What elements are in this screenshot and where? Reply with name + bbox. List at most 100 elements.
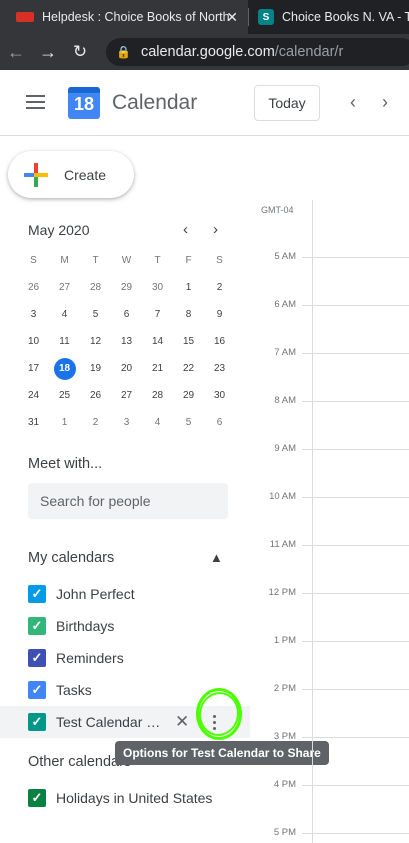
mini-calendar-day[interactable]: 18 (49, 356, 80, 381)
app-title[interactable]: Calendar (112, 91, 197, 115)
mini-calendar-day[interactable]: 2 (80, 410, 111, 435)
url-field[interactable]: 🔒 calendar.google.com/calendar/r (106, 38, 409, 66)
mini-calendar-day[interactable]: 23 (204, 356, 235, 381)
previous-period-icon[interactable]: ‹ (350, 92, 356, 113)
mini-calendar-day[interactable]: 3 (18, 302, 49, 327)
hour-label: 8 AM (274, 395, 296, 406)
mini-calendar-day[interactable]: 21 (142, 356, 173, 381)
calendar-checkbox[interactable]: ✓ (28, 713, 46, 731)
mini-calendar-day[interactable]: 25 (49, 383, 80, 408)
calendar-checkbox[interactable]: ✓ (28, 681, 46, 699)
today-button[interactable]: Today (254, 85, 320, 121)
mini-calendar-next-icon[interactable]: › (213, 221, 218, 238)
mini-calendar-day[interactable]: 20 (111, 356, 142, 381)
hour-gridline (302, 641, 409, 642)
mini-calendar-day[interactable]: 3 (111, 410, 142, 435)
mini-calendar-day[interactable]: 30 (204, 383, 235, 408)
calendar-list-item[interactable]: ✓ John Perfect (0, 578, 240, 610)
hour-label: 10 AM (269, 491, 296, 502)
mini-calendar-day[interactable]: 27 (111, 383, 142, 408)
mini-calendar-title: May 2020 (28, 222, 90, 238)
mini-calendar-day[interactable]: 5 (80, 302, 111, 327)
mini-calendar-prev-icon[interactable]: ‹ (183, 221, 188, 238)
calendar-checkbox[interactable]: ✓ (28, 789, 46, 807)
mini-calendar-day[interactable]: 16 (204, 329, 235, 354)
browser-address-bar: ← → ↻ 🔒 calendar.google.com/calendar/r (0, 34, 409, 70)
back-arrow-icon[interactable]: ← (0, 42, 32, 63)
calendar-name: Tasks (56, 682, 92, 698)
hour-gridline (302, 353, 409, 354)
mini-calendar-day[interactable]: 26 (18, 275, 49, 300)
mini-calendar-day[interactable]: 13 (111, 329, 142, 354)
mini-calendar-day[interactable]: 28 (80, 275, 111, 300)
mini-calendar-day[interactable]: 14 (142, 329, 173, 354)
mini-calendar-day[interactable]: 6 (111, 302, 142, 327)
day-number: 10 (27, 336, 40, 347)
hour-label: 3 PM (273, 731, 296, 742)
mini-calendar-day[interactable]: 5 (173, 410, 204, 435)
mini-calendar-day[interactable]: 1 (173, 275, 204, 300)
mini-calendar-day[interactable]: 15 (173, 329, 204, 354)
mini-calendar-day[interactable]: 30 (142, 275, 173, 300)
lock-icon: 🔒 (116, 45, 131, 59)
chevron-up-icon[interactable]: ▲ (210, 550, 223, 565)
browser-tab-helpdesk[interactable]: Helpdesk : Choice Books of North ✕ (0, 0, 248, 34)
day-number: 27 (120, 390, 133, 401)
calendar-checkbox[interactable]: ✓ (28, 649, 46, 667)
calendar-list-item[interactable]: ✓ Reminders (0, 642, 240, 674)
mini-calendar-day[interactable]: 31 (18, 410, 49, 435)
reload-icon[interactable]: ↻ (64, 42, 96, 62)
day-column-divider (312, 200, 313, 843)
day-number: 18 (53, 357, 76, 380)
sharepoint-favicon-icon: S (258, 9, 274, 25)
calendar-list-item[interactable]: ✓ Holidays in United States (0, 782, 240, 814)
mini-calendar-day[interactable]: 8 (173, 302, 204, 327)
calendar-list-item[interactable]: ✓ Birthdays (0, 610, 240, 642)
day-number: 2 (92, 417, 99, 428)
mini-calendar-day[interactable]: 7 (142, 302, 173, 327)
tab-separator (248, 8, 249, 26)
day-number: 7 (154, 309, 161, 320)
mini-calendar-day[interactable]: 22 (173, 356, 204, 381)
mini-calendar-day[interactable]: 12 (80, 329, 111, 354)
calendar-checkbox[interactable]: ✓ (28, 617, 46, 635)
day-number: 11 (59, 336, 70, 347)
meet-with-heading: Meet with... (28, 456, 103, 472)
mini-calendar-grid: S M T W T F S 26 27 28 29 30 1 2 3 4 5 6 7 8 9 10 11 12 13 14 15 16… (18, 248, 235, 437)
url-domain: calendar.google.com (140, 44, 275, 60)
mini-calendar-day[interactable]: 9 (204, 302, 235, 327)
main-menu-icon[interactable] (26, 95, 45, 113)
next-period-icon[interactable]: › (382, 92, 388, 113)
calendar-checkbox[interactable]: ✓ (28, 585, 46, 603)
search-people-input[interactable] (28, 483, 228, 519)
hour-gridline (302, 257, 409, 258)
mini-calendar-day[interactable]: 10 (18, 329, 49, 354)
my-calendars-heading[interactable]: My calendars (28, 550, 114, 566)
mini-calendar-day[interactable]: 24 (18, 383, 49, 408)
mini-calendar-day[interactable]: 4 (142, 410, 173, 435)
mini-calendar-day[interactable]: 29 (111, 275, 142, 300)
mini-calendar-day[interactable]: 11 (49, 329, 80, 354)
forward-arrow-icon[interactable]: → (32, 42, 64, 63)
mini-calendar-day[interactable]: 6 (204, 410, 235, 435)
mini-calendar-day[interactable]: 17 (18, 356, 49, 381)
mini-calendar-day[interactable]: 2 (204, 275, 235, 300)
day-number: 9 (216, 309, 223, 320)
day-number: 28 (151, 390, 164, 401)
unsubscribe-close-icon[interactable]: ✕ (175, 712, 189, 732)
mini-calendar-day[interactable]: 26 (80, 383, 111, 408)
mini-calendar-day[interactable]: 4 (49, 302, 80, 327)
mini-calendar-day[interactable]: 27 (49, 275, 80, 300)
calendar-logo-icon[interactable]: 18 (68, 87, 100, 119)
mini-calendar-day[interactable]: 29 (173, 383, 204, 408)
tab-close-icon[interactable]: ✕ (226, 9, 238, 26)
options-tooltip: Options for Test Calendar to Share (115, 741, 329, 765)
mini-calendar-day[interactable]: 19 (80, 356, 111, 381)
create-button[interactable]: Create (8, 151, 134, 198)
day-number: 12 (89, 336, 102, 347)
day-number: 5 (185, 417, 192, 428)
mini-calendar-day[interactable]: 1 (49, 410, 80, 435)
mini-calendar-day[interactable]: 28 (142, 383, 173, 408)
hour-label: 5 PM (273, 827, 296, 838)
browser-tab-sharepoint[interactable]: S Choice Books N. VA - Te (250, 0, 409, 34)
